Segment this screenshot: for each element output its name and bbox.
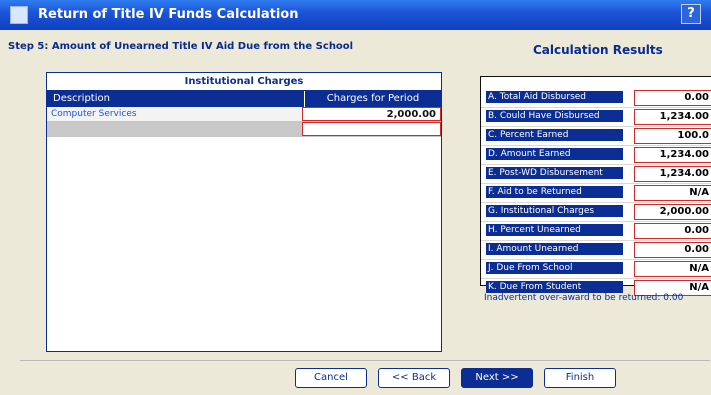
- calc-label: A. Total Aid Disbursed: [486, 91, 623, 103]
- calc-row-c: C. Percent Earned 100.0: [481, 127, 711, 144]
- inadvertent-overaward: Inadvertent over-award to be returned: 0…: [484, 293, 683, 303]
- help-button[interactable]: ?: [681, 4, 701, 24]
- calc-label: D. Amount Earned: [486, 148, 623, 160]
- calculation-results-panel: A. Total Aid Disbursed 0.00 B. Could Hav…: [480, 76, 711, 296]
- calc-label: F. Aid to be Returned: [486, 186, 623, 198]
- inadvertent-label: Inadvertent over-award to be returned:: [484, 293, 661, 303]
- calc-value: 1,234.00: [634, 147, 711, 163]
- inadvertent-value: 0.00: [663, 293, 684, 303]
- dialog-buttons: Cancel << Back Next >> Finish: [0, 366, 711, 390]
- calc-row-f: F. Aid to be Returned N/A: [481, 184, 711, 201]
- calc-label: K. Due From Student: [486, 281, 623, 293]
- next-button[interactable]: Next >>: [461, 368, 533, 388]
- panel-title: Institutional Charges: [47, 73, 441, 91]
- calc-row-e: E. Post-WD Disbursement 1,234.00: [481, 165, 711, 182]
- calc-row-b: B. Could Have Disbursed 1,234.00: [481, 108, 711, 125]
- calc-value: 1,234.00: [634, 109, 711, 125]
- calc-value: 2,000.00: [634, 204, 711, 220]
- column-headers: Description Charges for Period: [47, 91, 441, 107]
- button-divider: [20, 360, 710, 361]
- calc-row-j: J. Due From School N/A: [481, 260, 711, 277]
- window-title: Return of Title IV Funds Calculation: [38, 7, 299, 22]
- back-button[interactable]: << Back: [378, 368, 450, 388]
- app-icon: [10, 6, 28, 24]
- calc-value: N/A: [634, 261, 711, 277]
- calc-row-i: I. Amount Unearned 0.00: [481, 241, 711, 258]
- title-bar: Return of Title IV Funds Calculation ?: [0, 0, 711, 30]
- cancel-button[interactable]: Cancel: [295, 368, 367, 388]
- calc-row-d: D. Amount Earned 1,234.00: [481, 146, 711, 163]
- calc-value: 0.00: [634, 90, 711, 106]
- calc-label: J. Due From School: [486, 262, 623, 274]
- calc-label: C. Percent Earned: [486, 129, 623, 141]
- amount-cell[interactable]: 2,000.00: [302, 107, 441, 121]
- amount-cell[interactable]: [302, 122, 441, 136]
- calc-label: I. Amount Unearned: [486, 243, 623, 255]
- calculation-title: Calculation Results: [533, 43, 663, 57]
- table-row[interactable]: Computer Services 2,000.00: [47, 107, 441, 122]
- calc-row-a: A. Total Aid Disbursed 0.00: [481, 89, 711, 106]
- finish-button[interactable]: Finish: [544, 368, 616, 388]
- calc-value: 1,234.00: [634, 166, 711, 182]
- calc-row-g: G. Institutional Charges 2,000.00: [481, 203, 711, 220]
- institutional-charges-panel: Institutional Charges Description Charge…: [46, 72, 442, 352]
- calc-value: 100.0: [634, 128, 711, 144]
- table-row[interactable]: [47, 122, 441, 137]
- step-label: Step 5: Amount of Unearned Title IV Aid …: [8, 41, 354, 52]
- calc-label: G. Institutional Charges: [486, 205, 623, 217]
- calc-label: H. Percent Unearned: [486, 224, 623, 236]
- calc-row-h: H. Percent Unearned 0.00: [481, 222, 711, 239]
- calc-value: 0.00: [634, 242, 711, 258]
- calc-value: 0.00: [634, 223, 711, 239]
- charges-column-header: Charges for Period: [304, 91, 441, 107]
- calc-value: N/A: [634, 185, 711, 201]
- calc-label: B. Could Have Disbursed: [486, 110, 623, 122]
- description-cell[interactable]: [47, 122, 302, 136]
- description-cell[interactable]: Computer Services: [47, 107, 302, 121]
- description-column-header: Description: [47, 91, 304, 107]
- calc-label: E. Post-WD Disbursement: [486, 167, 623, 179]
